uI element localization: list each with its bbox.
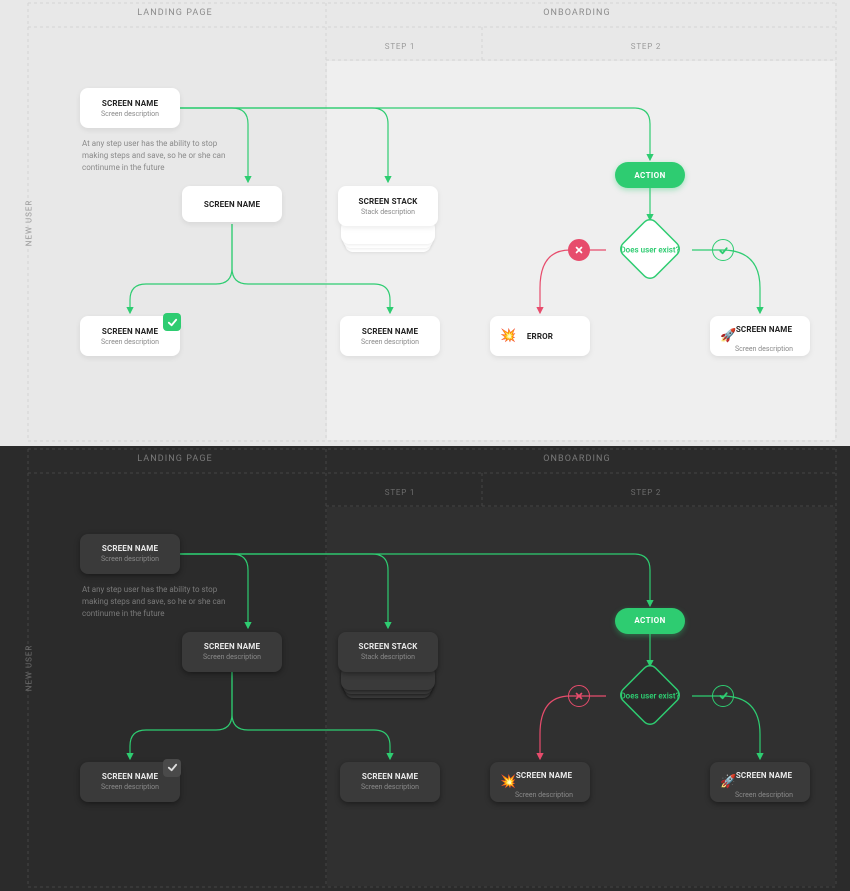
decision-yes-icon [712, 685, 734, 707]
node-title: SCREEN NAME [204, 642, 260, 651]
action-label: ACTION [634, 616, 665, 625]
column-header-step2: STEP 2 [631, 42, 661, 51]
flowchart-light: LANDING PAGE ONBOARDING STEP 1 STEP 2 NE… [0, 0, 850, 446]
node-screen-start[interactable]: SCREEN NAME Screen description [80, 88, 180, 128]
node-title: SCREEN STACK [359, 642, 418, 651]
checkmark-badge [163, 759, 181, 777]
column-header-step1: STEP 1 [385, 42, 415, 51]
flow-note: At any step user has the ability to stop… [82, 138, 232, 174]
collision-icon: 💥 [500, 330, 516, 343]
row-header-new-user: NEW USER [25, 200, 34, 246]
node-description: Screen description [361, 783, 419, 791]
node-title: SCREEN NAME [736, 771, 792, 780]
rocket-icon: 🚀 [720, 330, 736, 343]
node-title: SCREEN NAME [516, 771, 572, 780]
column-header-landing: LANDING PAGE [137, 8, 212, 18]
check-icon [718, 690, 729, 701]
check-icon [167, 762, 178, 773]
column-header-onboarding: ONBOARDING [543, 8, 610, 18]
node-description: Screen description [515, 791, 573, 799]
node-screen-bottom-center[interactable]: SCREEN NAME Screen description [340, 762, 440, 802]
node-title: SCREEN NAME [362, 772, 418, 781]
column-header-onboarding: ONBOARDING [543, 454, 610, 464]
node-action[interactable]: ACTION [615, 608, 685, 634]
node-title: SCREEN NAME [362, 327, 418, 336]
node-description: Stack description [361, 653, 415, 661]
node-screen-yes[interactable]: 🚀 SCREEN NAME Screen description [710, 762, 810, 802]
node-screen-start[interactable]: SCREEN NAME Screen description [80, 534, 180, 574]
x-icon [574, 245, 584, 255]
node-screen-bottom-center[interactable]: SCREEN NAME Screen description [340, 316, 440, 356]
node-title: SCREEN NAME [102, 327, 158, 336]
check-icon [718, 245, 729, 256]
node-title: SCREEN NAME [736, 325, 792, 334]
column-header-landing: LANDING PAGE [137, 454, 212, 464]
check-icon [167, 317, 178, 328]
flow-note: At any step user has the ability to stop… [82, 584, 232, 620]
node-title: SCREEN NAME [102, 772, 158, 781]
node-description: Screen description [735, 345, 793, 353]
node-title: SCREEN STACK [359, 197, 418, 206]
node-screen-mid[interactable]: SCREEN NAME [182, 186, 282, 222]
node-screen-mid[interactable]: SCREEN NAME Screen description [182, 632, 282, 672]
node-title: SCREEN NAME [204, 200, 260, 209]
node-title: ERROR [527, 332, 553, 341]
x-icon [574, 691, 584, 701]
node-description: Screen description [101, 783, 159, 791]
column-header-step2: STEP 2 [631, 488, 661, 497]
node-description: Screen description [101, 110, 159, 118]
collision-icon: 💥 [500, 775, 516, 788]
action-label: ACTION [634, 171, 665, 180]
decision-no-icon [568, 685, 590, 707]
checkmark-badge [163, 313, 181, 331]
node-action[interactable]: ACTION [615, 162, 685, 188]
node-screen-stack[interactable]: SCREEN STACK Stack description [338, 186, 438, 226]
node-description: Screen description [101, 555, 159, 563]
column-header-step1: STEP 1 [385, 488, 415, 497]
rocket-icon: 🚀 [720, 775, 736, 788]
node-description: Screen description [203, 653, 261, 661]
node-description: Stack description [361, 208, 415, 216]
node-description: Screen description [735, 791, 793, 799]
node-description: Screen description [361, 338, 419, 346]
decision-yes-icon [712, 239, 734, 261]
node-title: SCREEN NAME [102, 99, 158, 108]
node-error[interactable]: 💥 ERROR [490, 316, 590, 356]
node-screen-stack[interactable]: SCREEN STACK Stack description [338, 632, 438, 672]
node-screen-yes[interactable]: 🚀 SCREEN NAME Screen description [710, 316, 810, 356]
node-description: Screen description [101, 338, 159, 346]
row-header-new-user: NEW USER [25, 645, 34, 691]
flowchart-dark: LANDING PAGE ONBOARDING STEP 1 STEP 2 NE… [0, 446, 850, 891]
node-title: SCREEN NAME [102, 544, 158, 553]
decision-no-icon [568, 239, 590, 261]
node-error[interactable]: 💥 SCREEN NAME Screen description [490, 762, 590, 802]
